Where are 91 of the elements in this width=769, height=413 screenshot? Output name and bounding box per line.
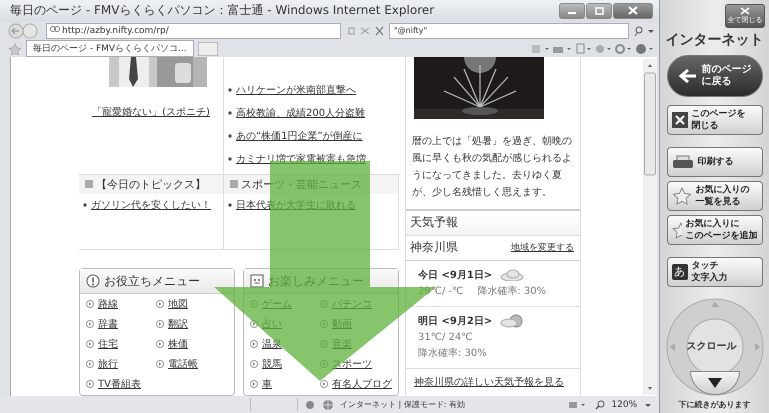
- arrow-bullet-icon: [86, 320, 94, 328]
- arrow-bullet-icon: [86, 360, 94, 368]
- menu-link[interactable]: 株価: [168, 337, 188, 352]
- back-button[interactable]: 前のページ に戻る: [666, 55, 763, 97]
- essay-text: 暦の上では「処暑」を過ぎ、朝晩の風に早くも秋の気配が感じられるようになってきました。去りゆく夏が、少し名残惜しく思えます。: [412, 134, 573, 200]
- close-page-button[interactable]: このページを 閉じる: [666, 105, 763, 135]
- rain-chance-text: 降水確率: 30%: [418, 346, 487, 361]
- cloud-sun-icon: [500, 314, 524, 328]
- zoom-level[interactable]: 120%: [611, 400, 638, 410]
- close-icon: [627, 6, 640, 16]
- menu-link[interactable]: 温泉: [262, 337, 282, 352]
- minimize-button[interactable]: [559, 2, 586, 19]
- arrow-bullet-icon: [250, 340, 258, 348]
- bullet-icon: [228, 157, 232, 162]
- arrow-bullet-icon: [156, 340, 164, 348]
- privacy-icon: [304, 398, 316, 410]
- maximize-icon: [593, 6, 606, 15]
- add-favorite-button[interactable]: お気に入りに このページを追加: [666, 215, 763, 245]
- magnifier-icon[interactable]: [595, 400, 606, 410]
- square-bullet-icon: [85, 180, 93, 188]
- topic-link[interactable]: ガソリン代を安くしたい！: [91, 198, 211, 212]
- down-triangle-icon: [708, 378, 722, 388]
- search-icon[interactable]: [633, 25, 656, 38]
- toolbar-icons-drawing[interactable]: [531, 42, 656, 55]
- globe-icon: [322, 398, 334, 410]
- printer-icon: [672, 155, 694, 169]
- section-heading: 【今日のトピックス】: [96, 176, 206, 192]
- favorites-button[interactable]: お気に入りの 一覧を見る: [666, 181, 763, 211]
- menu-link[interactable]: 翻訳: [168, 317, 188, 332]
- change-region-link[interactable]: 地域を変更する: [511, 241, 574, 254]
- bullet-icon: [228, 88, 232, 92]
- print-button[interactable]: 印刷する: [666, 147, 763, 177]
- smiley-box-icon: [250, 274, 264, 288]
- cloud-icon: [500, 268, 524, 281]
- arrow-bullet-icon: [86, 380, 94, 388]
- arrow-bullet-icon: [250, 360, 258, 368]
- close-icon: [672, 112, 688, 128]
- arrow-bullet-icon: [156, 300, 164, 308]
- news-link[interactable]: 「寵愛婚ない」(スポニチ): [92, 104, 210, 119]
- address-field[interactable]: http://azby.nifty.com/rp/: [46, 23, 341, 40]
- menu-link[interactable]: 地図: [168, 297, 188, 312]
- arrow-bullet-icon: [86, 340, 94, 348]
- security-zone-text: インターネット | 保護モード: 有効: [340, 399, 466, 410]
- favorites-star-icon[interactable]: [8, 42, 22, 55]
- menu-link[interactable]: 競馬: [262, 357, 282, 372]
- close-button[interactable]: [613, 2, 654, 19]
- menu-link[interactable]: 車: [262, 377, 272, 392]
- maximize-button[interactable]: [586, 2, 612, 19]
- square-bullet-icon: [230, 180, 238, 188]
- news-link[interactable]: ハリケーンが米南部直撃へ: [236, 83, 356, 98]
- panel-title: インターネット: [666, 31, 764, 49]
- news-link[interactable]: 高校教諭、成績200人分盗難: [236, 106, 366, 120]
- keyboard-key-icon: あ: [672, 264, 688, 280]
- menu-title: お役立ちメニュー: [104, 272, 200, 290]
- day-label: 今日 <9月1日>: [418, 268, 492, 282]
- menu-link[interactable]: 辞書: [98, 317, 118, 332]
- day-label: 明日 <9月2日>: [418, 314, 492, 328]
- arrow-bullet-icon: [86, 300, 94, 308]
- add-star-icon: [672, 220, 682, 240]
- arrow-bullet-icon: [320, 380, 328, 388]
- scrollbar[interactable]: [643, 58, 658, 395]
- news-link[interactable]: あの“株価1円企業”が倒産に: [236, 129, 363, 144]
- close-icon: [740, 7, 750, 15]
- scroll-label: スクロール: [686, 340, 737, 353]
- menu-link[interactable]: 住宅: [98, 337, 118, 352]
- forecast-link[interactable]: 神奈川県の詳しい天気予報を見る: [414, 374, 564, 389]
- arrow-bullet-icon: [156, 360, 164, 368]
- menu-link[interactable]: 有名人ブログ: [332, 377, 392, 392]
- bullet-icon: [228, 134, 232, 138]
- bullet-icon: [228, 203, 232, 208]
- weather-heading: 天気予報: [410, 214, 458, 232]
- search-field[interactable]: "@nifty": [389, 23, 630, 40]
- browser-tab[interactable]: 毎日のページ - FMVらくらくパソコ...: [26, 40, 194, 58]
- menu-link[interactable]: 旅行: [98, 357, 118, 372]
- arrow-bullet-icon: [156, 320, 164, 328]
- arrow-bullet-icon: [250, 380, 258, 388]
- region-name: 神奈川県: [410, 239, 458, 256]
- menu-link[interactable]: スポーツ: [332, 357, 372, 372]
- menu-link[interactable]: TV番組表: [98, 377, 141, 392]
- bullet-icon: [228, 111, 232, 116]
- bullet-icon: [83, 203, 87, 208]
- left-arrow-icon: [678, 68, 698, 84]
- window-title: 毎日のページ - FMVらくらくパソコン：富士通 - Windows Internet Explorer: [10, 2, 436, 20]
- more-below-note: 下に続きがあります: [678, 399, 751, 410]
- page-icon: [50, 25, 60, 34]
- info-icon: [86, 274, 100, 288]
- star-icon: [672, 187, 692, 205]
- rain-chance-text: 降水確率: 30%: [477, 284, 546, 299]
- temperature-text: 31℃/ 24℃: [418, 330, 472, 345]
- menu-link[interactable]: 電話帳: [168, 357, 198, 372]
- menu-link[interactable]: 路線: [98, 297, 118, 312]
